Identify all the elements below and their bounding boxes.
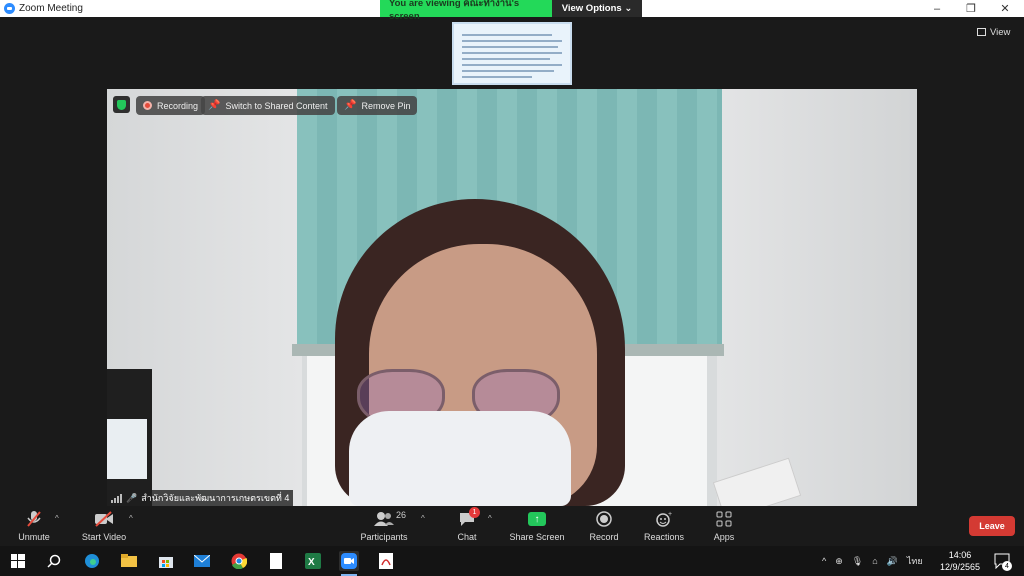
window-title: Zoom Meeting <box>19 3 83 14</box>
zoom-taskbar-icon[interactable] <box>339 551 359 576</box>
edge-browser-icon[interactable] <box>82 551 102 571</box>
pin-icon: 📌 <box>344 100 357 111</box>
record-label: Record <box>589 532 619 542</box>
apps-label: Apps <box>713 532 735 542</box>
clock-time: 14:06 <box>948 550 972 560</box>
document-icon[interactable] <box>266 551 286 571</box>
remove-pin-button[interactable]: 📌 Remove Pin <box>337 96 418 115</box>
participants-label: Participants <box>360 532 408 542</box>
action-center-icon[interactable]: 4 <box>992 551 1012 571</box>
participant-name: สำนักวิจัยและพัฒนาการเกษตรเขตที่ 4 <box>141 493 290 503</box>
chrome-icon[interactable] <box>229 551 249 571</box>
viewing-banner: You are viewing คณะทำงาน's screen View O… <box>380 0 642 22</box>
encryption-shield-icon[interactable] <box>113 96 130 113</box>
mic-muted-icon <box>26 509 42 529</box>
leave-button[interactable]: Leave <box>969 516 1015 536</box>
muted-mic-icon: 🎤 <box>126 492 138 503</box>
chat-caret-icon[interactable]: ^ <box>488 514 492 523</box>
unmute-button[interactable]: Unmute <box>16 509 52 542</box>
audio-options-caret-icon[interactable]: ^ <box>55 514 59 523</box>
grid-icon <box>977 28 986 36</box>
microphone-icon[interactable]: 🎙 <box>852 556 863 567</box>
recording-indicator[interactable]: Recording <box>136 96 206 115</box>
notifications-count: 4 <box>1002 561 1012 571</box>
share-screen-label: Share Screen <box>509 532 565 542</box>
switch-label: Switch to Shared Content <box>225 100 328 111</box>
video-off-icon <box>94 509 114 529</box>
search-icon[interactable] <box>44 551 64 571</box>
show-hidden-icons-icon[interactable]: ^ <box>822 556 826 566</box>
apps-icon <box>716 509 732 529</box>
participant-name-tag: 🎤 สำนักวิจัยและพัฒนาการเกษตรเขตที่ 4 <box>107 490 294 506</box>
participants-icon <box>373 509 395 529</box>
svg-text:+: + <box>668 511 672 518</box>
participants-count: 26 <box>396 510 407 520</box>
chat-icon: 1 <box>459 507 480 529</box>
reactions-button[interactable]: + Reactions <box>643 509 685 542</box>
file-explorer-icon[interactable] <box>119 551 139 571</box>
viewing-screen-label: You are viewing คณะทำงาน's screen <box>380 0 552 22</box>
volume-icon[interactable]: 🔊 <box>887 556 898 567</box>
store-icon[interactable] <box>156 551 176 571</box>
minimize-button[interactable]: – <box>920 0 954 17</box>
chat-label: Chat <box>457 532 477 542</box>
meeting-toolbar: Unmute ^ Start Video ^ Participants 26 ^… <box>0 506 1024 546</box>
chat-badge: 1 <box>469 507 480 518</box>
close-button[interactable]: ✕ <box>988 0 1022 17</box>
record-dot-icon <box>143 101 152 110</box>
network-adapter-icon[interactable]: ⊕ <box>835 556 843 567</box>
wifi-icon[interactable]: ⌂ <box>872 556 877 566</box>
mail-icon[interactable] <box>192 551 212 571</box>
apps-button[interactable]: Apps <box>710 509 738 542</box>
start-video-label: Start Video <box>81 532 127 542</box>
view-button-label: View <box>990 26 1011 38</box>
chat-button[interactable]: 1 Chat <box>455 507 480 542</box>
participants-caret-icon[interactable]: ^ <box>421 514 425 523</box>
signal-icon <box>111 493 122 503</box>
taskbar-clock[interactable]: 14:06 12/9/2565 <box>936 549 984 573</box>
svg-text:X: X <box>308 557 315 568</box>
reactions-icon: + <box>655 509 673 529</box>
windows-start-icon[interactable] <box>8 551 28 571</box>
unmute-label: Unmute <box>18 532 50 542</box>
remove-pin-label: Remove Pin <box>361 100 411 111</box>
view-options-button[interactable]: View Options ⌄ <box>552 0 642 17</box>
system-tray: ^ ⊕ 🎙 ⌂ 🔊 ไทย <box>822 546 923 576</box>
video-options-caret-icon[interactable]: ^ <box>129 514 133 523</box>
excel-icon[interactable]: X <box>303 551 323 571</box>
recording-label: Recording <box>157 100 199 111</box>
share-screen-button[interactable]: ↑ Share Screen <box>509 509 565 542</box>
record-icon <box>596 509 612 529</box>
participant-video <box>107 89 917 506</box>
record-button[interactable]: Record <box>589 509 619 542</box>
restore-button[interactable]: ❐ <box>954 0 988 17</box>
clock-date: 12/9/2565 <box>939 562 981 572</box>
shared-screen-thumbnail[interactable] <box>452 22 572 85</box>
start-video-button[interactable]: Start Video <box>80 509 128 542</box>
switch-to-shared-content-button[interactable]: 📌 Switch to Shared Content <box>201 96 335 115</box>
pin-icon: 📌 <box>208 100 221 111</box>
reactions-label: Reactions <box>643 532 685 542</box>
pdf-reader-icon[interactable] <box>376 551 396 571</box>
windows-taskbar: X ^ ⊕ 🎙 ⌂ 🔊 ไทย 14:06 12/9/2565 4 <box>0 546 1024 576</box>
zoom-logo-icon <box>4 3 15 14</box>
language-indicator[interactable]: ไทย <box>907 554 923 568</box>
view-button[interactable]: View <box>977 24 1010 40</box>
share-screen-icon: ↑ <box>528 512 546 526</box>
zoom-window: Zoom Meeting – ❐ ✕ You are viewing คณะทำ… <box>0 0 1024 576</box>
